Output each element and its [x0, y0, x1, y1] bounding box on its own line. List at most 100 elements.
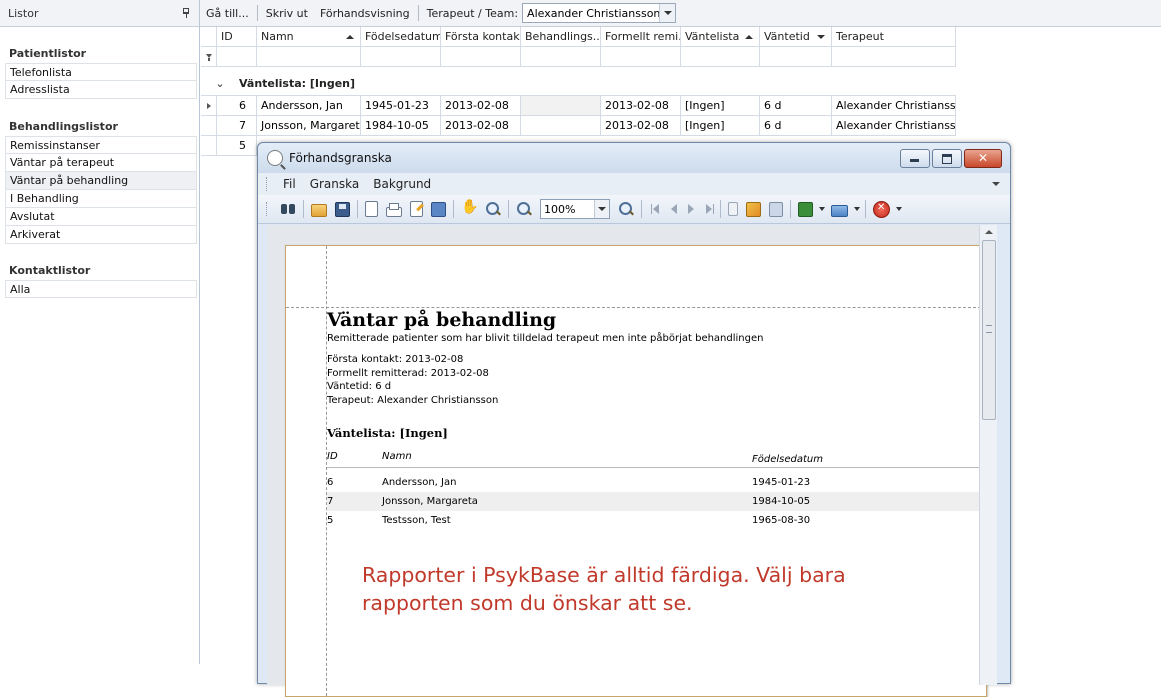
chevron-down-icon[interactable] — [854, 207, 860, 211]
save-icon[interactable] — [335, 201, 350, 217]
list-item-vantar-pa-terapeut[interactable]: Väntar på terapeut — [5, 154, 197, 172]
preview-button[interactable]: Förhandsvisning — [314, 7, 416, 20]
grip-handle[interactable] — [266, 202, 270, 216]
cell-id: 5 — [217, 136, 257, 156]
filter-cell-behandling[interactable] — [521, 47, 601, 67]
report-col-fodelsedatum: Födelsedatum — [752, 454, 823, 465]
report-cell-namn: Jonsson, Margareta — [382, 496, 478, 507]
chevron-down-icon[interactable] — [659, 4, 676, 22]
list-item-arkiverat[interactable]: Arkiverat — [5, 226, 197, 244]
menu-bakgrund[interactable]: Bakgrund — [366, 177, 438, 191]
filter-cell-namn[interactable] — [257, 47, 361, 67]
goto-button[interactable]: Gå till... — [200, 7, 255, 20]
menu-granska[interactable]: Granska — [303, 177, 367, 191]
vertical-scrollbar[interactable] — [979, 225, 997, 685]
next-page-icon[interactable] — [685, 201, 695, 217]
multiple-pages-icon[interactable] — [728, 202, 738, 216]
close-button[interactable]: ✕ — [964, 148, 1002, 168]
list-item-adresslista[interactable]: Adresslista — [5, 81, 197, 99]
magnifier-icon[interactable] — [485, 201, 501, 217]
menu-overflow-icon[interactable] — [992, 182, 1000, 186]
zoom-in-icon[interactable] — [618, 201, 634, 217]
mail-icon[interactable] — [831, 204, 848, 217]
first-page-icon[interactable] — [649, 201, 659, 217]
group-row[interactable]: ⌄ Väntelista: [Ingen] — [201, 73, 956, 96]
list-item-i-behandling[interactable]: I Behandling — [5, 190, 197, 208]
scrollbar-thumb[interactable] — [982, 240, 996, 420]
list-item-vantar-pa-behandling[interactable]: Väntar på behandling — [5, 172, 197, 190]
preview-area[interactable]: Väntar på behandling Remitterade patient… — [267, 225, 997, 697]
dialog-toolbar: 100% — [258, 195, 1010, 224]
background-color-icon[interactable] — [746, 201, 761, 217]
print-button[interactable]: Skriv ut — [260, 7, 314, 20]
report-cell-id: 5 — [327, 515, 334, 526]
col-header-fodelsedatum[interactable]: Födelsedatum — [361, 27, 441, 47]
chevron-down-icon[interactable] — [594, 200, 609, 218]
edit-page-icon[interactable] — [410, 201, 423, 217]
previous-page-icon[interactable] — [667, 201, 677, 217]
dialog-titlebar[interactable]: Förhandsgranska ✕ — [258, 143, 1010, 173]
dialog-title: Förhandsgranska — [289, 151, 392, 165]
list-item-avslutat[interactable]: Avslutat — [5, 208, 197, 226]
menu-fil[interactable]: Fil — [276, 177, 303, 191]
print-icon[interactable] — [386, 203, 402, 217]
toolbar-separator — [303, 200, 304, 218]
col-header-vantelista[interactable]: Väntelista — [681, 27, 760, 47]
dialog-menubar: Fil Granska Bakgrund — [258, 173, 1010, 195]
row-indicator — [201, 116, 217, 136]
export-icon[interactable] — [431, 201, 446, 217]
chevron-down-icon[interactable] — [896, 207, 902, 211]
report-info-line: Väntetid: 6 d — [327, 381, 392, 392]
filter-cell-formellt[interactable] — [601, 47, 681, 67]
cell-vantetid: 6 d — [760, 96, 832, 116]
list-item-remissinstanser[interactable]: Remissinstanser — [5, 136, 197, 154]
col-header-behandling[interactable]: Behandlings... — [521, 27, 601, 47]
page-setup-icon[interactable] — [365, 201, 378, 217]
report-title: Väntar på behandling — [327, 309, 557, 331]
col-header-id[interactable]: ID — [217, 27, 257, 47]
magnifier-icon — [267, 150, 283, 166]
col-header-formellt-remitterad[interactable]: Formellt remi... — [601, 27, 681, 47]
col-header-terapeut[interactable]: Terapeut — [832, 27, 956, 47]
minimize-button[interactable] — [900, 148, 930, 168]
table-row[interactable]: 6 Andersson, Jan 1945-01-23 2013-02-08 2… — [201, 96, 956, 116]
filter-cell-terapeut[interactable] — [832, 47, 956, 67]
collapse-chevron-icon[interactable]: ⌄ — [201, 73, 239, 95]
last-page-icon[interactable] — [703, 201, 714, 217]
chevron-down-icon[interactable] — [819, 207, 825, 211]
cell-formellt: 2013-02-08 — [601, 116, 681, 136]
scroll-up-icon[interactable] — [980, 225, 997, 239]
patient-lists: Telefonlista Adresslista — [5, 63, 197, 99]
report-content: Väntar på behandling Remitterade patient… — [327, 308, 985, 530]
export-document-icon[interactable] — [798, 201, 813, 217]
grid-header: ID Namn Födelsedatum Första kontakt Beha… — [201, 27, 956, 47]
report-cell-namn: Testsson, Test — [382, 515, 451, 526]
report-table-header: ID Namn Födelsedatum — [327, 451, 985, 468]
hand-icon[interactable] — [461, 199, 478, 217]
filter-cell-vantelista[interactable] — [681, 47, 760, 67]
zoom-out-icon[interactable] — [516, 201, 532, 217]
col-header-forsta-kontakt[interactable]: Första kontakt — [441, 27, 521, 47]
maximize-button[interactable] — [932, 148, 962, 168]
list-item-telefonlista[interactable]: Telefonlista — [5, 63, 197, 81]
group-title-kontaktlistor: Kontaktlistor — [9, 264, 91, 277]
contact-lists: Alla — [5, 280, 197, 298]
filter-cell-fodelsedatum[interactable] — [361, 47, 441, 67]
toolbar-separator — [417, 5, 419, 21]
close-preview-icon[interactable] — [873, 200, 890, 218]
table-row[interactable]: 7 Jonsson, Margareta 1984-10-05 2013-02-… — [201, 116, 956, 136]
col-header-namn[interactable]: Namn — [257, 27, 361, 47]
grip-handle[interactable] — [266, 177, 270, 191]
col-header-vantetid[interactable]: Väntetid — [760, 27, 832, 47]
toolbar-separator — [790, 200, 791, 218]
filter-cell-vantetid[interactable] — [760, 47, 832, 67]
pin-icon[interactable] — [181, 8, 191, 18]
zoom-select[interactable]: 100% — [540, 199, 610, 219]
watermark-icon[interactable] — [769, 201, 783, 217]
list-item-alla[interactable]: Alla — [5, 280, 197, 298]
filter-cell-id[interactable] — [217, 47, 257, 67]
open-icon[interactable] — [311, 204, 327, 217]
search-icon[interactable] — [280, 201, 296, 217]
therapist-select[interactable]: Alexander Christiansson — [522, 3, 677, 23]
filter-cell-forsta-kontakt[interactable] — [441, 47, 521, 67]
